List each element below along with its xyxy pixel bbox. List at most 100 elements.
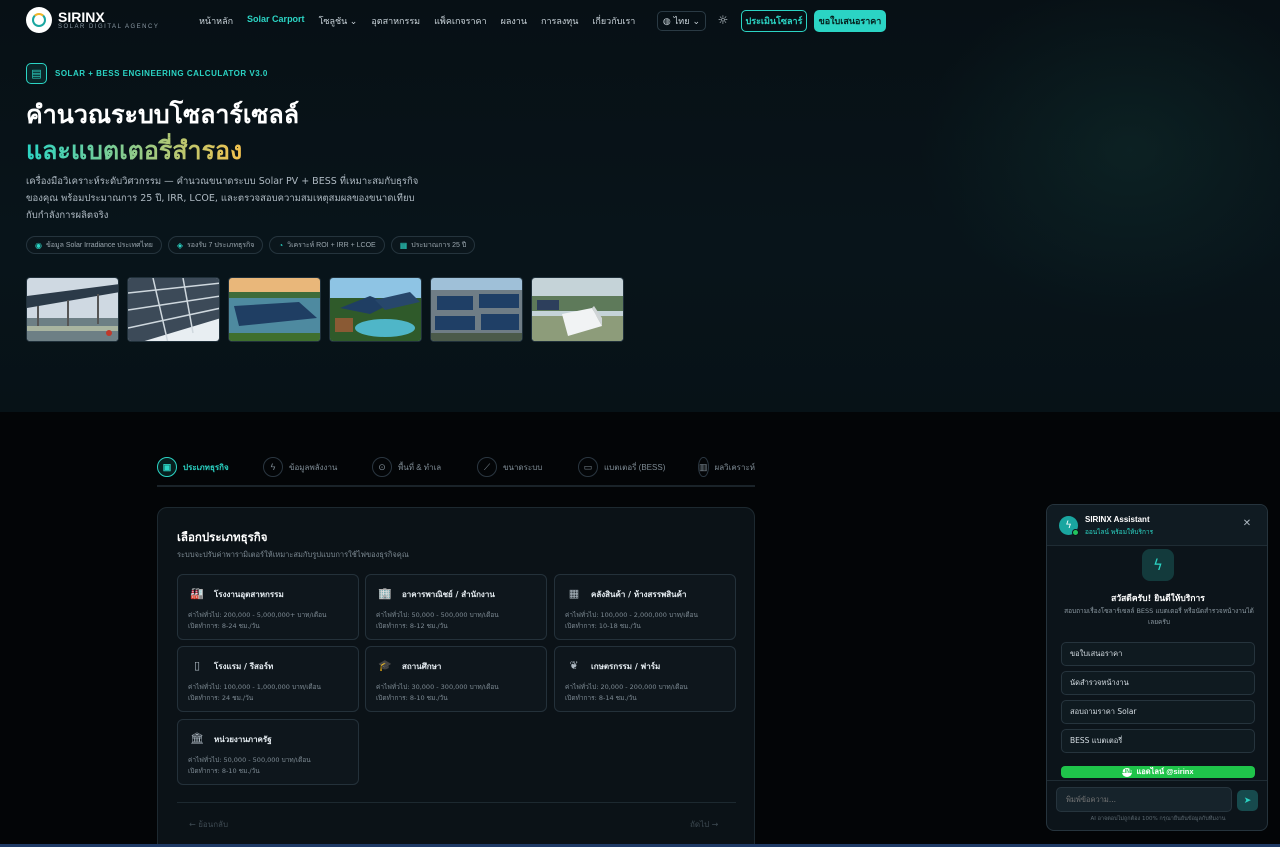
menu-solutions[interactable]: โซลูชัน ⌄ xyxy=(319,14,358,28)
business-operating-hours: เปิดทำการ: 24 ชม./วัน xyxy=(188,694,254,702)
chip-label: วิเคราะห์ ROI + IRR + LCOE xyxy=(287,241,376,249)
business-typical-bill: ค่าไฟทั่วไป: 100,000 - 1,000,000 บาท/เดื… xyxy=(188,683,321,691)
chat-widget: ϟ SIRINX Assistant ออนไลน์ พร้อมให้บริกา… xyxy=(1046,504,1268,831)
close-icon[interactable]: ✕ xyxy=(1241,518,1253,529)
language-selector[interactable]: ◍ ไทย ⌄ xyxy=(657,11,706,31)
map-pin-icon: ⊙ xyxy=(372,457,392,477)
business-option-head: 🎓 สถานศึกษา xyxy=(376,659,441,673)
business-option-head: 🏛 หน่วยงานภาครัฐ xyxy=(188,732,272,746)
tab-label: ผลวิเคราะห์ xyxy=(714,462,755,472)
chat-title: SIRINX Assistant xyxy=(1085,515,1150,524)
tab-label: ข้อมูลพลังงาน xyxy=(289,462,338,472)
language-label: ไทย xyxy=(673,16,690,26)
chat-disclaimer: AI อาจตอบไม่ถูกต้อง 100% กรุณายืนยันข้อม… xyxy=(1090,816,1226,822)
business-option-government[interactable]: 🏛 หน่วยงานภาครัฐค่าไฟทั่วไป: 50,000 - 500… xyxy=(177,719,359,785)
menu-portfolio[interactable]: ผลงาน xyxy=(501,14,527,28)
chevron-down-icon: ⌄ xyxy=(692,15,701,26)
tab-area-location[interactable]: ⊙ พื้นที่ & ทำเล xyxy=(372,457,441,477)
add-line-button[interactable]: LINE แอดไลน์ @sirinx xyxy=(1061,766,1255,778)
layers-icon: ◈ xyxy=(176,240,183,250)
building-icon: ▣ xyxy=(157,457,177,477)
theme-toggle-sun-icon[interactable]: ☼ xyxy=(716,13,730,27)
chip-label: ข้อมูล Solar Irradiance ประเทศไทย xyxy=(45,241,153,249)
calendar-icon: ▦ xyxy=(399,240,408,250)
business-operating-hours: เปิดทำการ: 8-10 ชม./วัน xyxy=(376,694,448,702)
photo-solar-carport-water[interactable] xyxy=(26,277,119,342)
menu-about[interactable]: เกี่ยวกับเรา xyxy=(592,14,635,28)
quick-reply-site-survey[interactable]: นัดสำรวจหน้างาน xyxy=(1061,671,1255,695)
chat-message-input[interactable] xyxy=(1056,787,1232,812)
menu-investment[interactable]: การลงทุน xyxy=(541,14,578,28)
menu-industries[interactable]: อุตสาหกรรม xyxy=(371,14,420,28)
photo-rooftop-solar[interactable] xyxy=(430,277,523,342)
tagline-text: SOLAR + BESS ENGINEERING CALCULATOR V3.0 xyxy=(55,69,268,78)
menu-solar-carport[interactable]: Solar Carport xyxy=(247,14,305,28)
send-icon[interactable]: ➤ xyxy=(1237,790,1258,811)
business-option-leaf[interactable]: ❦ เกษตรกรรม / ฟาร์ม ค่าไฟทั่วไป: 20,000 - … xyxy=(554,646,736,712)
request-quote-button[interactable]: ขอใบเสนอราคา xyxy=(814,10,886,32)
business-option-head: ❦ เกษตรกรรม / ฟาร์ม xyxy=(565,659,660,673)
hero-tagline: ▤ SOLAR + BESS ENGINEERING CALCULATOR V3… xyxy=(26,63,268,84)
logo-mark-icon xyxy=(26,7,52,33)
quick-reply-solar-price[interactable]: สอบถามราคา Solar xyxy=(1061,700,1255,724)
chat-intro: สอบถามเรื่องโซลาร์เซลล์ BESS แบตเตอรี่ ห… xyxy=(1064,607,1254,626)
business-typical-bill: ค่าไฟทั่วไป: 100,000 - 2,000,000 บาท/เดื… xyxy=(565,611,698,619)
menu-packages[interactable]: แพ็คเกจราคา xyxy=(434,14,487,28)
logo[interactable]: SIRINX SOLAR DIGITAL AGENCY xyxy=(26,7,159,33)
photo-floating-solar[interactable] xyxy=(228,277,321,342)
business-option-graduation-cap[interactable]: 🎓 สถานศึกษาค่าไฟทั่วไป: 30,000 - 300,000 … xyxy=(365,646,547,712)
main-menu: หน้าหลัก Solar Carport โซลูชัน ⌄ อุตสาหก… xyxy=(199,14,649,28)
tab-battery-bess[interactable]: ▭ แบตเตอรี่ (BESS) xyxy=(578,457,665,477)
photo-panel-underside[interactable] xyxy=(127,277,220,342)
tab-energy-data[interactable]: ϟ ข้อมูลพลังงาน xyxy=(263,457,337,477)
next-button[interactable]: ถัดไป → xyxy=(690,818,718,831)
project-photos xyxy=(26,277,624,342)
lightning-icon: ϟ xyxy=(1142,549,1174,581)
business-operating-hours: เปิดทำการ: 8-14 ชม./วัน xyxy=(565,694,637,702)
globe-icon: ◍ xyxy=(662,15,671,26)
quick-reply-bess[interactable]: BESS แบตเตอรี่ xyxy=(1061,729,1255,753)
tab-system-size[interactable]: ⟋ ขนาดระบบ xyxy=(477,457,542,477)
business-typical-bill: ค่าไฟทั่วไป: 30,000 - 300,000 บาท/เดือน xyxy=(376,683,499,691)
business-operating-hours: เปิดทำการ: 8-10 ชม./วัน xyxy=(188,767,260,775)
assess-solar-button[interactable]: ประเมินโซลาร์ xyxy=(741,10,807,32)
business-name: เกษตรกรรม / ฟาร์ม xyxy=(591,661,661,671)
factory-icon: 🏭 xyxy=(190,587,204,600)
sun-icon: ◉ xyxy=(35,240,42,250)
lightning-icon: ϟ xyxy=(263,457,283,477)
tab-business-type[interactable]: ▣ ประเภทธุรกิจ xyxy=(157,457,229,477)
business-operating-hours: เปิดทำการ: 8-12 ชม./วัน xyxy=(376,622,448,630)
photo-resort-pool[interactable] xyxy=(329,277,422,342)
back-button[interactable]: ← ย้อนกลับ xyxy=(189,818,228,831)
tab-results[interactable]: ▥ ผลวิเคราะห์ xyxy=(698,457,755,477)
tab-label: พื้นที่ & ทำเล xyxy=(398,462,442,472)
line-icon: LINE xyxy=(1121,767,1134,777)
business-option-factory[interactable]: 🏭 โรงงานอุตสาหกรรม ค่าไฟทั่วไป: 200,000 - … xyxy=(177,574,359,640)
business-option-hotel[interactable]: ▯ โรงแรม / รีสอร์ท ค่าไฟทั่วไป: 100,000 - … xyxy=(177,646,359,712)
graduation-cap-icon: 🎓 xyxy=(378,659,392,672)
divider xyxy=(1047,780,1267,781)
top-navbar: SIRINX SOLAR DIGITAL AGENCY หน้าหลัก Sol… xyxy=(0,0,1280,42)
business-name: หน่วยงานภาครัฐ xyxy=(214,734,272,744)
business-name: คลังสินค้า / ห้างสรรพสินค้า xyxy=(591,589,687,599)
divider xyxy=(177,802,736,803)
menu-home[interactable]: หน้าหลัก xyxy=(199,14,233,28)
chat-greeting: สวัสดีครับ! ยินดีให้บริการ xyxy=(1111,594,1205,604)
tab-label: ขนาดระบบ xyxy=(503,462,543,472)
business-operating-hours: เปิดทำการ: 10-18 ชม./วัน xyxy=(565,622,641,630)
chip-forecast: ▦ ประมาณการ 25 ปี xyxy=(390,236,476,254)
battery-icon: ▭ xyxy=(578,457,598,477)
pie-chart-icon: ◔ xyxy=(278,240,284,250)
business-option-warehouse[interactable]: ▦ คลังสินค้า / ห้างสรรพสินค้าค่าไฟทั่วไป:… xyxy=(554,574,736,640)
building-icon: 🏢 xyxy=(378,587,392,600)
business-option-building[interactable]: 🏢 อาคารพาณิชย์ / สำนักงาน ค่าไฟทั่วไป: 50,… xyxy=(365,574,547,640)
photo-bess-container[interactable] xyxy=(531,277,624,342)
business-name: อาคารพาณิชย์ / สำนักงาน xyxy=(402,589,495,599)
online-indicator xyxy=(1072,529,1079,536)
business-typical-bill: ค่าไฟทั่วไป: 50,000 - 500,000 บาท/เดือน xyxy=(188,756,311,764)
government-icon: 🏛 xyxy=(190,732,204,745)
business-name: โรงงานอุตสาหกรรม xyxy=(214,589,284,599)
quick-reply-quote[interactable]: ขอใบเสนอราคา xyxy=(1061,642,1255,666)
warehouse-icon: ▦ xyxy=(568,587,580,600)
chip-label: ประมาณการ 25 ปี xyxy=(411,241,467,249)
